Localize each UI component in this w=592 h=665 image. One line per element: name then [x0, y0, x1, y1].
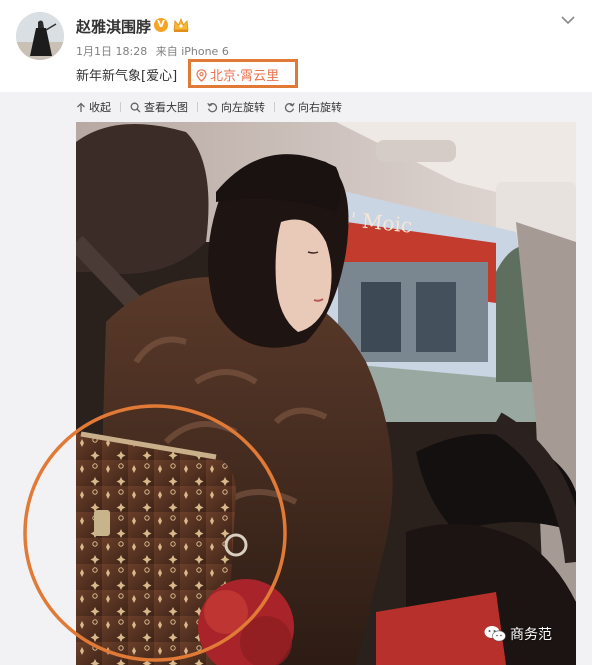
watermark-label: 商务范 — [510, 627, 552, 643]
car-interior-photo: e' Moic — [76, 122, 576, 665]
view-large-label: 查看大图 — [144, 101, 188, 114]
post-timestamp[interactable]: 1月1日 18:28 — [76, 45, 147, 58]
rotate-right-label: 向右旋转 — [298, 101, 342, 114]
vip-crown-icon[interactable] — [172, 17, 190, 33]
rotate-left-label: 向左旋转 — [221, 101, 265, 114]
avatar[interactable] — [16, 12, 64, 60]
toolbar-divider — [274, 102, 275, 112]
magnifier-icon — [130, 102, 141, 112]
post-header: 赵雅淇围脖 V 1月1日 18:28 来自 iPhone 6 新年新气象[爱心]… — [0, 0, 592, 92]
post-source: 来自 iPhone 6 — [155, 45, 229, 58]
post-meta: 1月1日 18:28 来自 iPhone 6 — [76, 43, 234, 59]
avatar-image — [16, 12, 64, 60]
rotate-left-button[interactable]: 向左旋转 — [207, 99, 265, 115]
watermark: 商务范 — [484, 624, 552, 644]
weibo-post-card: 赵雅淇围脖 V 1月1日 18:28 来自 iPhone 6 新年新气象[爱心]… — [0, 0, 592, 665]
arrow-up-icon — [77, 102, 85, 112]
location-highlight-box — [188, 59, 298, 88]
collapse-button[interactable]: 收起 — [76, 99, 111, 115]
rotate-right-button[interactable]: 向右旋转 — [284, 99, 342, 115]
post-text: 新年新气象[爱心] — [76, 69, 178, 84]
verified-v-icon: V — [154, 18, 168, 32]
wechat-icon — [484, 626, 506, 642]
post-photo[interactable]: e' Moic — [76, 122, 576, 665]
rotate-left-icon — [207, 102, 218, 112]
chevron-down-icon[interactable] — [560, 14, 576, 26]
username[interactable]: 赵雅淇围脖 — [76, 16, 151, 37]
toolbar-divider — [120, 102, 121, 112]
media-toolbar: 收起 查看大图 向左旋转 向右旋转 — [76, 98, 342, 116]
view-large-button[interactable]: 查看大图 — [130, 99, 188, 115]
rotate-right-icon — [284, 102, 295, 112]
toolbar-divider — [197, 102, 198, 112]
collapse-label: 收起 — [89, 101, 111, 114]
